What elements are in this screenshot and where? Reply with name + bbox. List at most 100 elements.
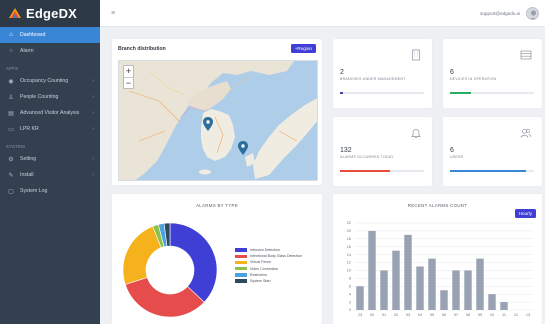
building-icon: [410, 48, 422, 61]
legend-label: Video Connection: [250, 266, 279, 271]
sidebar-item-alarm[interactable]: ○ Alarm: [0, 43, 100, 59]
branch-distribution-card: Branch distribution +Region + −: [112, 39, 322, 185]
x-tick-label: 05: [430, 313, 434, 317]
chevron-right-icon: ›: [92, 110, 94, 116]
x-tick-label: 01: [382, 313, 386, 317]
x-tick-label: 12: [514, 313, 518, 317]
x-tick-label: 00: [370, 313, 374, 317]
map-title: Branch distribution: [118, 46, 166, 52]
section-label-system: SYSTEM: [6, 144, 26, 149]
person-icon: ♙: [8, 94, 14, 101]
y-tick-label: 12: [347, 261, 351, 265]
stat-progress-fill: [340, 170, 391, 172]
sidebar-item-label: LPR KR: [20, 126, 39, 132]
recent-alarms-card: RECENT ALARMS COUNT Hourly 0 2 4 6 8 10 12 14 16…: [333, 194, 542, 324]
y-tick-label: 0: [349, 308, 351, 312]
bar[interactable]: [488, 294, 496, 310]
chevron-right-icon: ›: [92, 172, 94, 178]
stat-card-users: 6 USERS: [443, 117, 542, 186]
stat-label: BRANCHES UNDER MANAGEMENT: [340, 77, 406, 81]
stat-card-branches: 2 BRANCHES UNDER MANAGEMENT: [333, 39, 432, 108]
stat-value: 6: [450, 69, 454, 76]
x-tick-label: 23: [358, 313, 362, 317]
stat-label: DEVICES IN OPERATION: [450, 77, 497, 81]
zoom-in-button[interactable]: +: [124, 66, 133, 77]
bar[interactable]: [404, 234, 412, 310]
stat-card-devices: 6 DEVICES IN OPERATION: [443, 39, 542, 108]
bar[interactable]: [500, 302, 508, 310]
stat-progress: [340, 170, 424, 172]
x-tick-label: 11: [502, 313, 506, 317]
sidebar-item-people-counting[interactable]: ♙ People Counting ›: [0, 89, 100, 105]
sidebar-item-label: Install: [20, 172, 34, 178]
sidebar-item-advanced-visitor-analysis[interactable]: ▤ Advanced Visitor Analysis ›: [0, 105, 100, 121]
map-graphic: [119, 61, 317, 180]
x-tick-label: 08: [466, 313, 470, 317]
legend-swatch: [235, 248, 247, 252]
y-tick-label: 4: [349, 292, 351, 296]
bar[interactable]: [476, 258, 484, 310]
bar[interactable]: [416, 266, 424, 311]
sidebar-item-label: Advanced Visitor Analysis: [20, 110, 80, 116]
legend-item[interactable]: System Start: [235, 278, 302, 284]
legend-swatch: [235, 260, 247, 265]
sidebar-item-occupancy-counting[interactable]: ◉ Occupancy Counting ›: [0, 73, 100, 89]
chevron-right-icon: ›: [92, 156, 94, 162]
bar[interactable]: [392, 250, 400, 310]
stat-progress: [450, 170, 534, 172]
y-tick-label: 10: [347, 269, 351, 273]
donut-slice[interactable]: [122, 225, 162, 285]
donut-slice[interactable]: [169, 222, 218, 303]
legend-swatch: [235, 254, 247, 259]
stat-label: ALARMS OCCURRED TODAY: [340, 155, 394, 159]
bar[interactable]: [428, 258, 436, 310]
sidebar-item-system-log[interactable]: ▢ System Log: [0, 183, 100, 199]
x-tick-label: 02: [394, 313, 398, 317]
bar[interactable]: [380, 270, 388, 310]
brand-logo[interactable]: EdgeDX: [0, 0, 100, 27]
bar[interactable]: [368, 230, 376, 310]
sidebar: EdgeDX ⌂ Dashboard ○ Alarm APPS ◉ Occupa…: [0, 0, 100, 324]
alarms-legend: Intrusion Detection Intentional Body Glas…: [235, 247, 302, 284]
map-zoom-control: + −: [123, 65, 134, 89]
bar[interactable]: [452, 270, 460, 310]
sidebar-item-dashboard[interactable]: ⌂ Dashboard: [0, 27, 100, 43]
brand-name: EdgeDX: [26, 6, 78, 21]
user-email[interactable]: support@edgedx.ai: [480, 11, 520, 16]
wrench-icon: ✎: [8, 172, 14, 179]
bar[interactable]: [464, 270, 472, 310]
y-tick-label: 22: [347, 221, 351, 225]
sidebar-item-lpr-kr[interactable]: ▭ LPR KR ›: [0, 121, 100, 137]
zoom-out-button[interactable]: −: [124, 77, 133, 88]
list-icon: [520, 48, 532, 60]
stat-progress-fill: [450, 92, 471, 94]
gear-icon: ⚙: [8, 156, 14, 163]
sidebar-item-label: System Log: [20, 188, 48, 194]
sidebar-item-setting[interactable]: ⚙ Setting ›: [0, 151, 100, 167]
stat-card-alarms: 132 ALARMS OCCURRED TODAY: [333, 117, 432, 186]
sidebar-item-label: Dashboard: [20, 32, 46, 38]
legend-swatch: [235, 279, 247, 283]
x-tick-label: 04: [418, 313, 422, 317]
legend-swatch: [235, 266, 247, 271]
sidebar-item-label: Alarm: [20, 48, 34, 54]
add-region-button[interactable]: +Region: [290, 44, 316, 53]
sidebar-item-install[interactable]: ✎ Install ›: [0, 167, 100, 183]
y-tick-label: 14: [347, 253, 351, 257]
branch-map[interactable]: + −: [118, 60, 318, 181]
user-icon: ◉: [8, 78, 14, 85]
legend-label: Intrusion Detection: [250, 248, 280, 253]
stat-label: USERS: [450, 155, 464, 159]
y-tick-label: 8: [349, 277, 351, 281]
bar[interactable]: [356, 286, 364, 310]
menu-toggle-icon[interactable]: ≡: [111, 10, 115, 17]
avatar[interactable]: [526, 7, 539, 20]
home-icon: ⌂: [9, 32, 13, 38]
bar[interactable]: [440, 290, 448, 310]
section-label-apps: APPS: [6, 66, 19, 71]
y-tick-label: 16: [347, 245, 351, 249]
stat-progress: [340, 92, 424, 94]
x-tick-label: 09: [478, 313, 482, 317]
car-icon: ▭: [8, 126, 14, 133]
legend-label: Restriction: [250, 272, 267, 277]
